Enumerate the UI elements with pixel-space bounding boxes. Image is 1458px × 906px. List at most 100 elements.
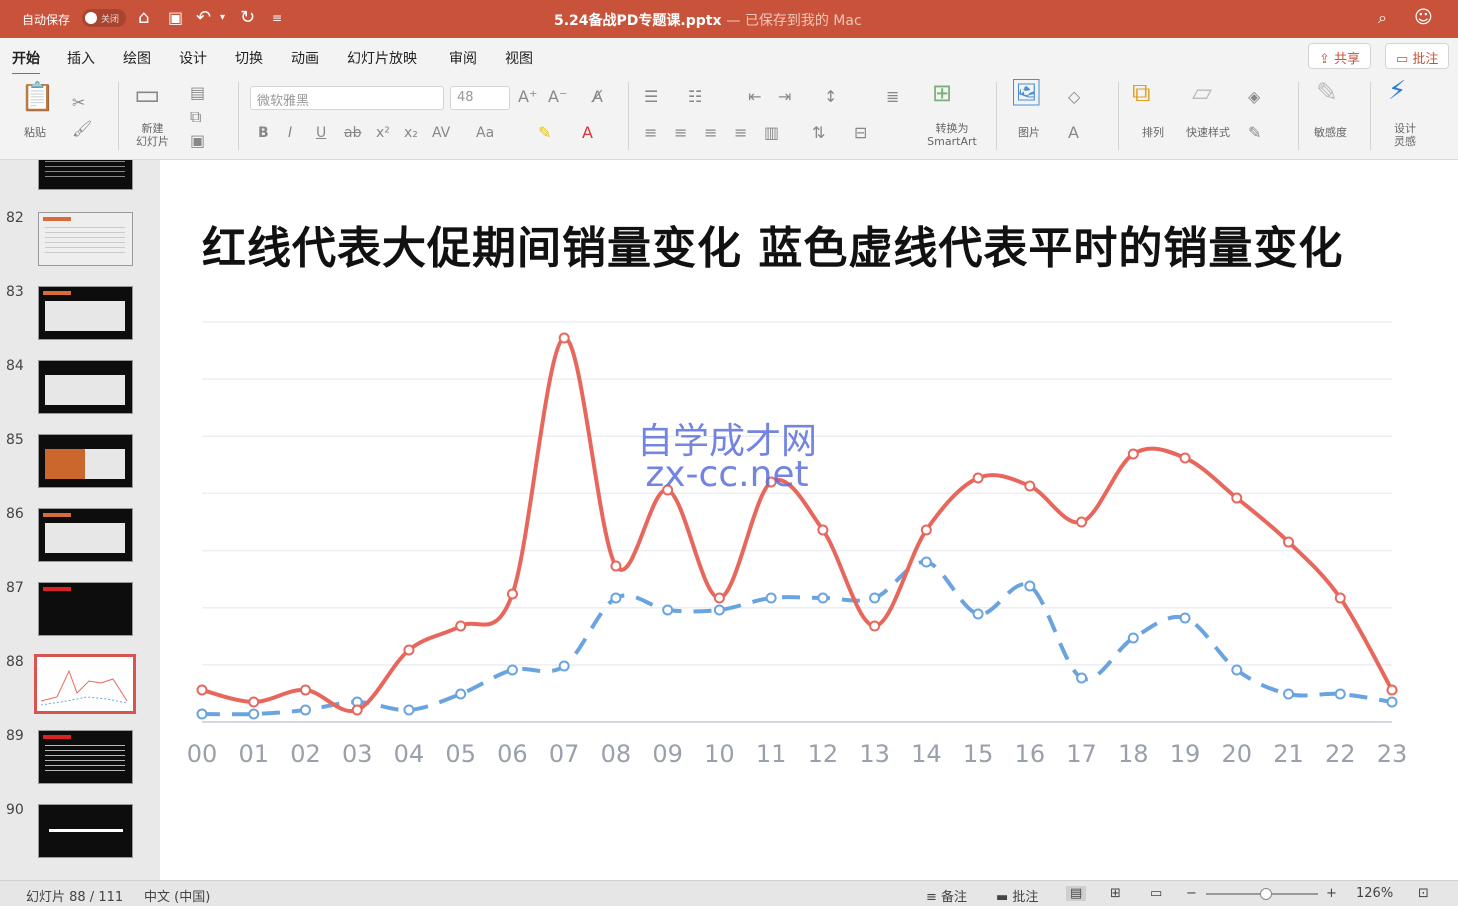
- align-text-icon[interactable]: ⊟: [854, 124, 867, 142]
- strikethrough-icon[interactable]: ab: [344, 124, 361, 142]
- picture-label[interactable]: 图片: [1018, 124, 1040, 140]
- slide-thumbnail[interactable]: [38, 730, 133, 784]
- fit-slide-icon[interactable]: ⊡: [1418, 886, 1429, 901]
- data-point[interactable]: [920, 524, 932, 536]
- slide-thumbnail[interactable]: [38, 434, 133, 488]
- data-point[interactable]: [1076, 672, 1088, 684]
- tab-insert[interactable]: 插入: [67, 48, 95, 68]
- data-point[interactable]: [1386, 684, 1398, 696]
- line-chart[interactable]: 00 01 02 03 04 05 06 07 08 09 10 11 12 13 14 15 16 17 18 19…: [160, 160, 1458, 880]
- comments-button[interactable]: ▭ 批注: [1385, 43, 1450, 69]
- tab-slideshow[interactable]: 幻灯片放映: [347, 48, 417, 68]
- smartart-icon[interactable]: ⊞: [932, 81, 952, 105]
- arrange-icon[interactable]: ⧉: [1132, 80, 1151, 106]
- slide-thumbnail-panel[interactable]: 82 83 84 85 86 87 88 89 90: [0, 160, 160, 880]
- tab-transitions[interactable]: 切换: [235, 48, 263, 68]
- slide-thumbnail[interactable]: [38, 582, 133, 636]
- data-point[interactable]: [1386, 696, 1398, 708]
- data-point[interactable]: [1231, 492, 1243, 504]
- data-point[interactable]: [1076, 516, 1088, 528]
- customize-toolbar-icon[interactable]: ≡: [272, 7, 282, 29]
- data-point[interactable]: [1283, 536, 1295, 548]
- font-name-select[interactable]: 微软雅黑: [250, 86, 444, 110]
- data-point[interactable]: [1334, 592, 1346, 604]
- data-point[interactable]: [506, 664, 518, 676]
- normal-view-icon[interactable]: ▤: [1066, 886, 1087, 901]
- data-point[interactable]: [1127, 632, 1139, 644]
- align-center-icon[interactable]: ≡: [674, 124, 687, 142]
- data-point[interactable]: [1334, 688, 1346, 700]
- data-point[interactable]: [248, 708, 260, 720]
- subscript-icon[interactable]: x₂: [404, 124, 418, 142]
- data-point[interactable]: [713, 604, 725, 616]
- textbox-icon[interactable]: A: [1068, 124, 1079, 142]
- decrease-font-icon[interactable]: A⁻: [548, 88, 567, 106]
- data-point[interactable]: [610, 560, 622, 572]
- data-point[interactable]: [817, 592, 829, 604]
- slide-sorter-icon[interactable]: ⊞: [1110, 886, 1121, 901]
- share-button[interactable]: ⇪ 共享: [1308, 43, 1372, 69]
- presenter-view-icon[interactable]: ▭: [1150, 886, 1162, 901]
- data-point[interactable]: [558, 660, 570, 672]
- shapes-icon[interactable]: ◇: [1068, 88, 1080, 106]
- data-point[interactable]: [248, 696, 260, 708]
- data-point[interactable]: [1231, 664, 1243, 676]
- data-point[interactable]: [351, 704, 363, 716]
- data-point[interactable]: [920, 556, 932, 568]
- reset-icon[interactable]: ⧉: [190, 108, 201, 126]
- justify-icon[interactable]: ≡: [734, 124, 747, 142]
- language-status[interactable]: 中文 (中国): [144, 886, 210, 905]
- undo-dropdown-icon[interactable]: ▾: [220, 7, 225, 29]
- sensitivity-icon[interactable]: ✎: [1316, 80, 1338, 106]
- data-point[interactable]: [1127, 448, 1139, 460]
- paste-icon[interactable]: 📋: [20, 83, 55, 111]
- clear-format-icon[interactable]: A̸: [592, 88, 603, 106]
- decrease-indent-icon[interactable]: ⇤: [748, 88, 761, 106]
- font-color-icon[interactable]: A: [582, 124, 593, 142]
- series-line-solid[interactable]: [201, 335, 1394, 714]
- align-right-icon[interactable]: ≡: [704, 124, 717, 142]
- comments-status-button[interactable]: ▬ 批注: [996, 886, 1038, 905]
- data-point[interactable]: [765, 592, 777, 604]
- tab-review[interactable]: 审阅: [449, 48, 477, 68]
- quick-styles-label[interactable]: 快速样式: [1186, 124, 1230, 140]
- italic-icon[interactable]: I: [288, 124, 292, 142]
- designer-icon[interactable]: ⚡: [1388, 78, 1406, 104]
- zoom-slider[interactable]: [1206, 888, 1318, 900]
- data-point[interactable]: [558, 332, 570, 344]
- series-line-dashed[interactable]: [201, 559, 1393, 717]
- section-icon[interactable]: ▣: [190, 132, 205, 150]
- tab-animations[interactable]: 动画: [291, 48, 319, 68]
- save-icon[interactable]: ▣: [168, 7, 183, 29]
- zoom-level[interactable]: 126%: [1356, 886, 1393, 901]
- align-left-icon[interactable]: ≡: [644, 124, 657, 142]
- designer-label[interactable]: 设计 灵感: [1394, 122, 1416, 148]
- zoom-slider-thumb[interactable]: [1260, 888, 1272, 900]
- zoom-out-icon[interactable]: −: [1186, 886, 1197, 901]
- data-point[interactable]: [1179, 452, 1191, 464]
- account-icon[interactable]: ☺: [1414, 7, 1433, 29]
- data-point[interactable]: [299, 684, 311, 696]
- picture-icon[interactable]: 🖼: [1010, 80, 1043, 106]
- data-point[interactable]: [869, 592, 881, 604]
- data-point[interactable]: [506, 588, 518, 600]
- shape-fill-icon[interactable]: ◈: [1248, 88, 1260, 106]
- quick-styles-icon[interactable]: ▱: [1192, 80, 1212, 106]
- data-point[interactable]: [1283, 688, 1295, 700]
- search-icon[interactable]: ⌕: [1378, 7, 1387, 29]
- undo-icon[interactable]: ↶: [196, 7, 211, 29]
- home-icon[interactable]: ⌂: [138, 7, 149, 29]
- data-point[interactable]: [713, 592, 725, 604]
- format-painter-icon[interactable]: 🖌: [72, 120, 92, 138]
- font-size-select[interactable]: 48: [450, 86, 510, 110]
- data-point[interactable]: [1024, 480, 1036, 492]
- redo-icon[interactable]: ↻: [240, 7, 255, 29]
- autosave-toggle[interactable]: 关闭: [82, 9, 126, 27]
- slide-thumbnail-selected[interactable]: [34, 654, 136, 714]
- data-point[interactable]: [196, 684, 208, 696]
- data-point[interactable]: [455, 620, 467, 632]
- data-point[interactable]: [817, 524, 829, 536]
- layout-icon[interactable]: ▤: [190, 84, 205, 102]
- data-point[interactable]: [972, 472, 984, 484]
- data-point[interactable]: [662, 604, 674, 616]
